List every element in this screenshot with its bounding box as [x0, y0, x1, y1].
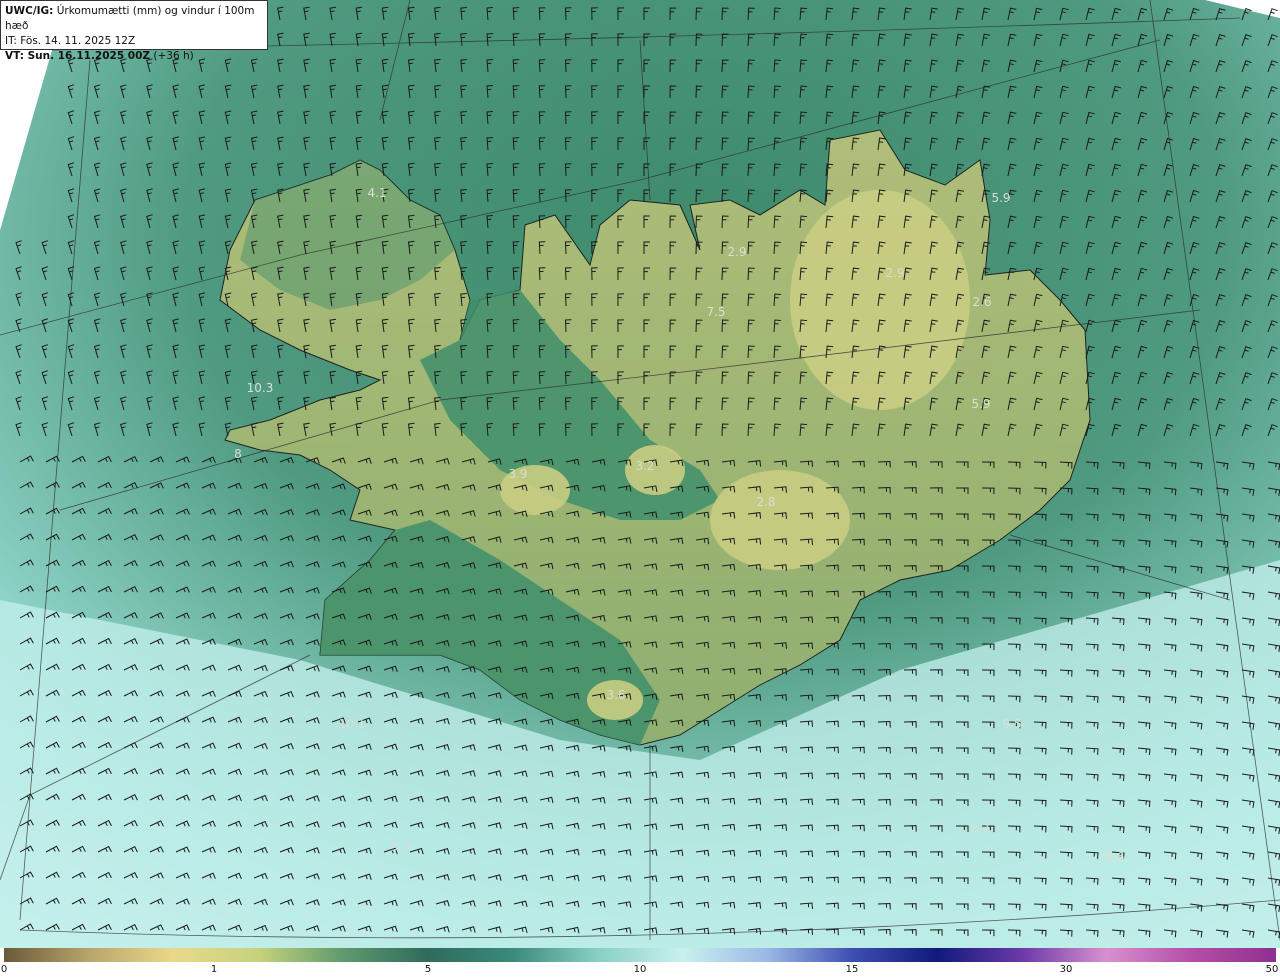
valid-time: VT: Sun. 16.11.2025 00Z	[5, 50, 151, 62]
colorbar-tick-50: 50	[1265, 964, 1279, 975]
precip-value-3: 2.6	[972, 295, 991, 309]
precip-value-13: 10.1	[339, 717, 366, 731]
precip-value-17: 8.6	[1105, 850, 1124, 864]
map-canvas: 4.1 2.9 2.9 2.6 5.9 7.5 5.9 10.3 8 3.9 3.2 2.8 3.6 10…	[0, 0, 1280, 948]
forecast-map: 4.1 2.9 2.9 2.6 5.9 7.5 5.9 10.3 8 3.9 3.2 2.8 3.6 10…	[0, 0, 1280, 948]
colorbar-gradient	[4, 948, 1276, 962]
precip-value-2: 2.9	[885, 266, 904, 280]
colorbar-tick-1: 1	[210, 964, 218, 975]
colorbar-tick-15: 15	[845, 964, 859, 975]
precip-value-0: 4.1	[367, 186, 386, 200]
precip-value-5: 7.5	[706, 305, 725, 319]
issue-time: IT: Fös. 14. 11. 2025 12Z	[5, 35, 136, 47]
colorbar-tick-0: 0	[0, 964, 8, 975]
precip-value-16: 8.7	[970, 822, 989, 836]
product-code: UWC/IG:	[5, 5, 54, 17]
precip-value-15: 9.3	[390, 840, 409, 854]
map-title-box: UWC/IG: Úrkomumætti (mm) og vindur í 100…	[0, 0, 268, 62]
lead-time: (+36 h)	[153, 50, 194, 62]
precip-value-1: 2.9	[727, 245, 746, 259]
colorbar-tick-30: 30	[1059, 964, 1073, 975]
precip-value-10: 3.2	[635, 459, 654, 473]
precip-value-8: 8	[234, 447, 242, 461]
precip-value-14: 9.5	[1002, 717, 1021, 731]
precip-value-4: 5.9	[991, 191, 1010, 205]
title-line-1: UWC/IG: Úrkomumætti (mm) og vindur í 100…	[5, 4, 263, 34]
title-line-3: VT: Sun. 16.11.2025 00Z (+36 h)	[5, 49, 263, 64]
precip-value-12: 3.6	[606, 688, 625, 702]
colorbar-tick-5: 5	[424, 964, 432, 975]
colorbar-tick-10: 10	[633, 964, 647, 975]
precip-value-9: 3.9	[508, 467, 527, 481]
precip-value-7: 10.3	[247, 381, 274, 395]
precip-value-11: 2.8	[756, 495, 775, 509]
precip-value-6: 5.9	[971, 397, 990, 411]
colorbar: 0 1 5 10 15 30 50	[0, 948, 1280, 978]
